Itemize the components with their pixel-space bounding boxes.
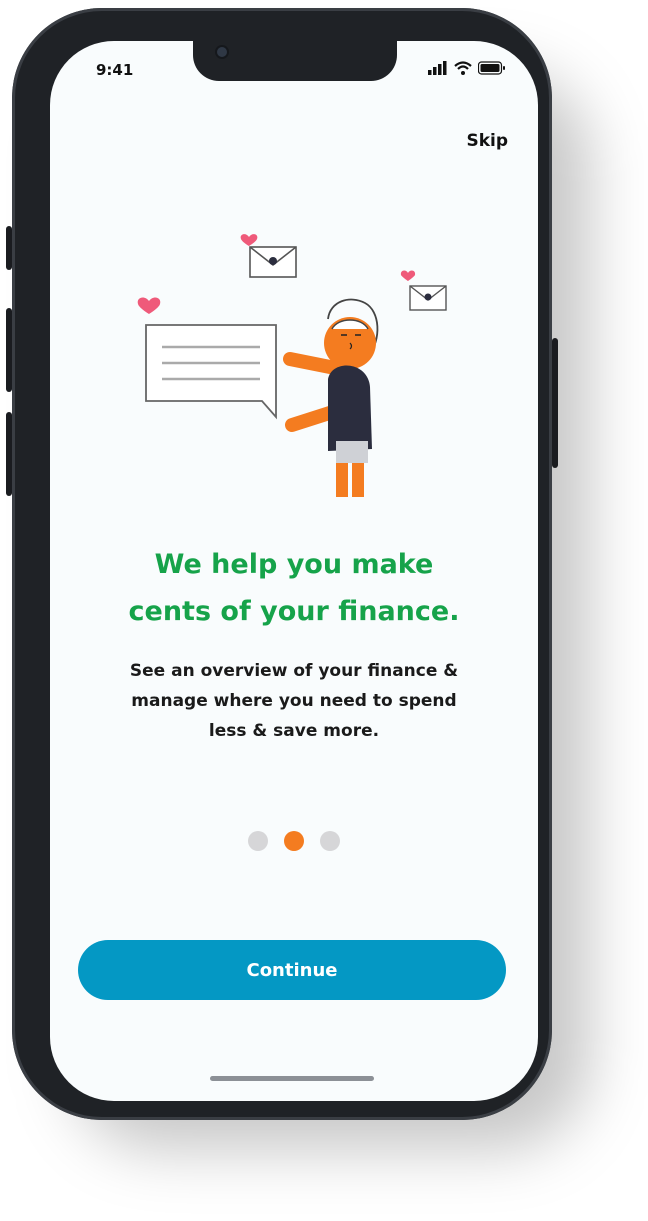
pagination-dot-1[interactable] — [248, 831, 268, 851]
pagination-dot-2[interactable] — [284, 831, 304, 851]
status-icons — [428, 61, 506, 75]
volume-up-button — [6, 308, 12, 392]
title-line: We help you make — [154, 549, 434, 580]
home-indicator[interactable] — [210, 1076, 374, 1081]
continue-button[interactable]: Continue — [78, 940, 506, 1000]
onboarding-title: We help you make cents of your finance. — [50, 541, 538, 635]
skip-button[interactable]: Skip — [466, 131, 508, 151]
onboarding-subtitle: See an overview of your finance & manage… — [90, 656, 498, 746]
volume-down-button — [6, 412, 12, 496]
envelope-icon — [409, 285, 447, 311]
status-time: 9:41 — [96, 61, 134, 79]
app-screen: 9:41 Skip We help you make cents of your… — [50, 41, 538, 1101]
onboarding-illustration — [137, 234, 447, 497]
chat-bubble-icon — [145, 324, 277, 420]
subtitle-line: less & save more. — [208, 721, 380, 741]
battery-icon — [478, 61, 505, 75]
wifi-icon — [454, 61, 472, 75]
envelope-icon — [249, 246, 297, 278]
title-line: cents of your finance. — [128, 596, 460, 627]
power-button — [552, 338, 558, 468]
subtitle-line: See an overview of your finance & — [129, 661, 459, 681]
person-illustration — [283, 298, 379, 497]
phone-frame: 9:41 Skip We help you make cents of your… — [6, 8, 558, 1120]
heart-icon — [137, 297, 161, 314]
notch — [193, 41, 397, 81]
signal-icon — [428, 61, 447, 75]
subtitle-line: manage where you need to spend — [131, 691, 457, 711]
pagination-dot-3[interactable] — [320, 831, 340, 851]
mute-switch — [6, 226, 12, 270]
heart-icon — [240, 234, 258, 246]
heart-icon — [400, 270, 416, 281]
pagination-dots — [50, 831, 538, 851]
camera-icon — [217, 47, 227, 57]
